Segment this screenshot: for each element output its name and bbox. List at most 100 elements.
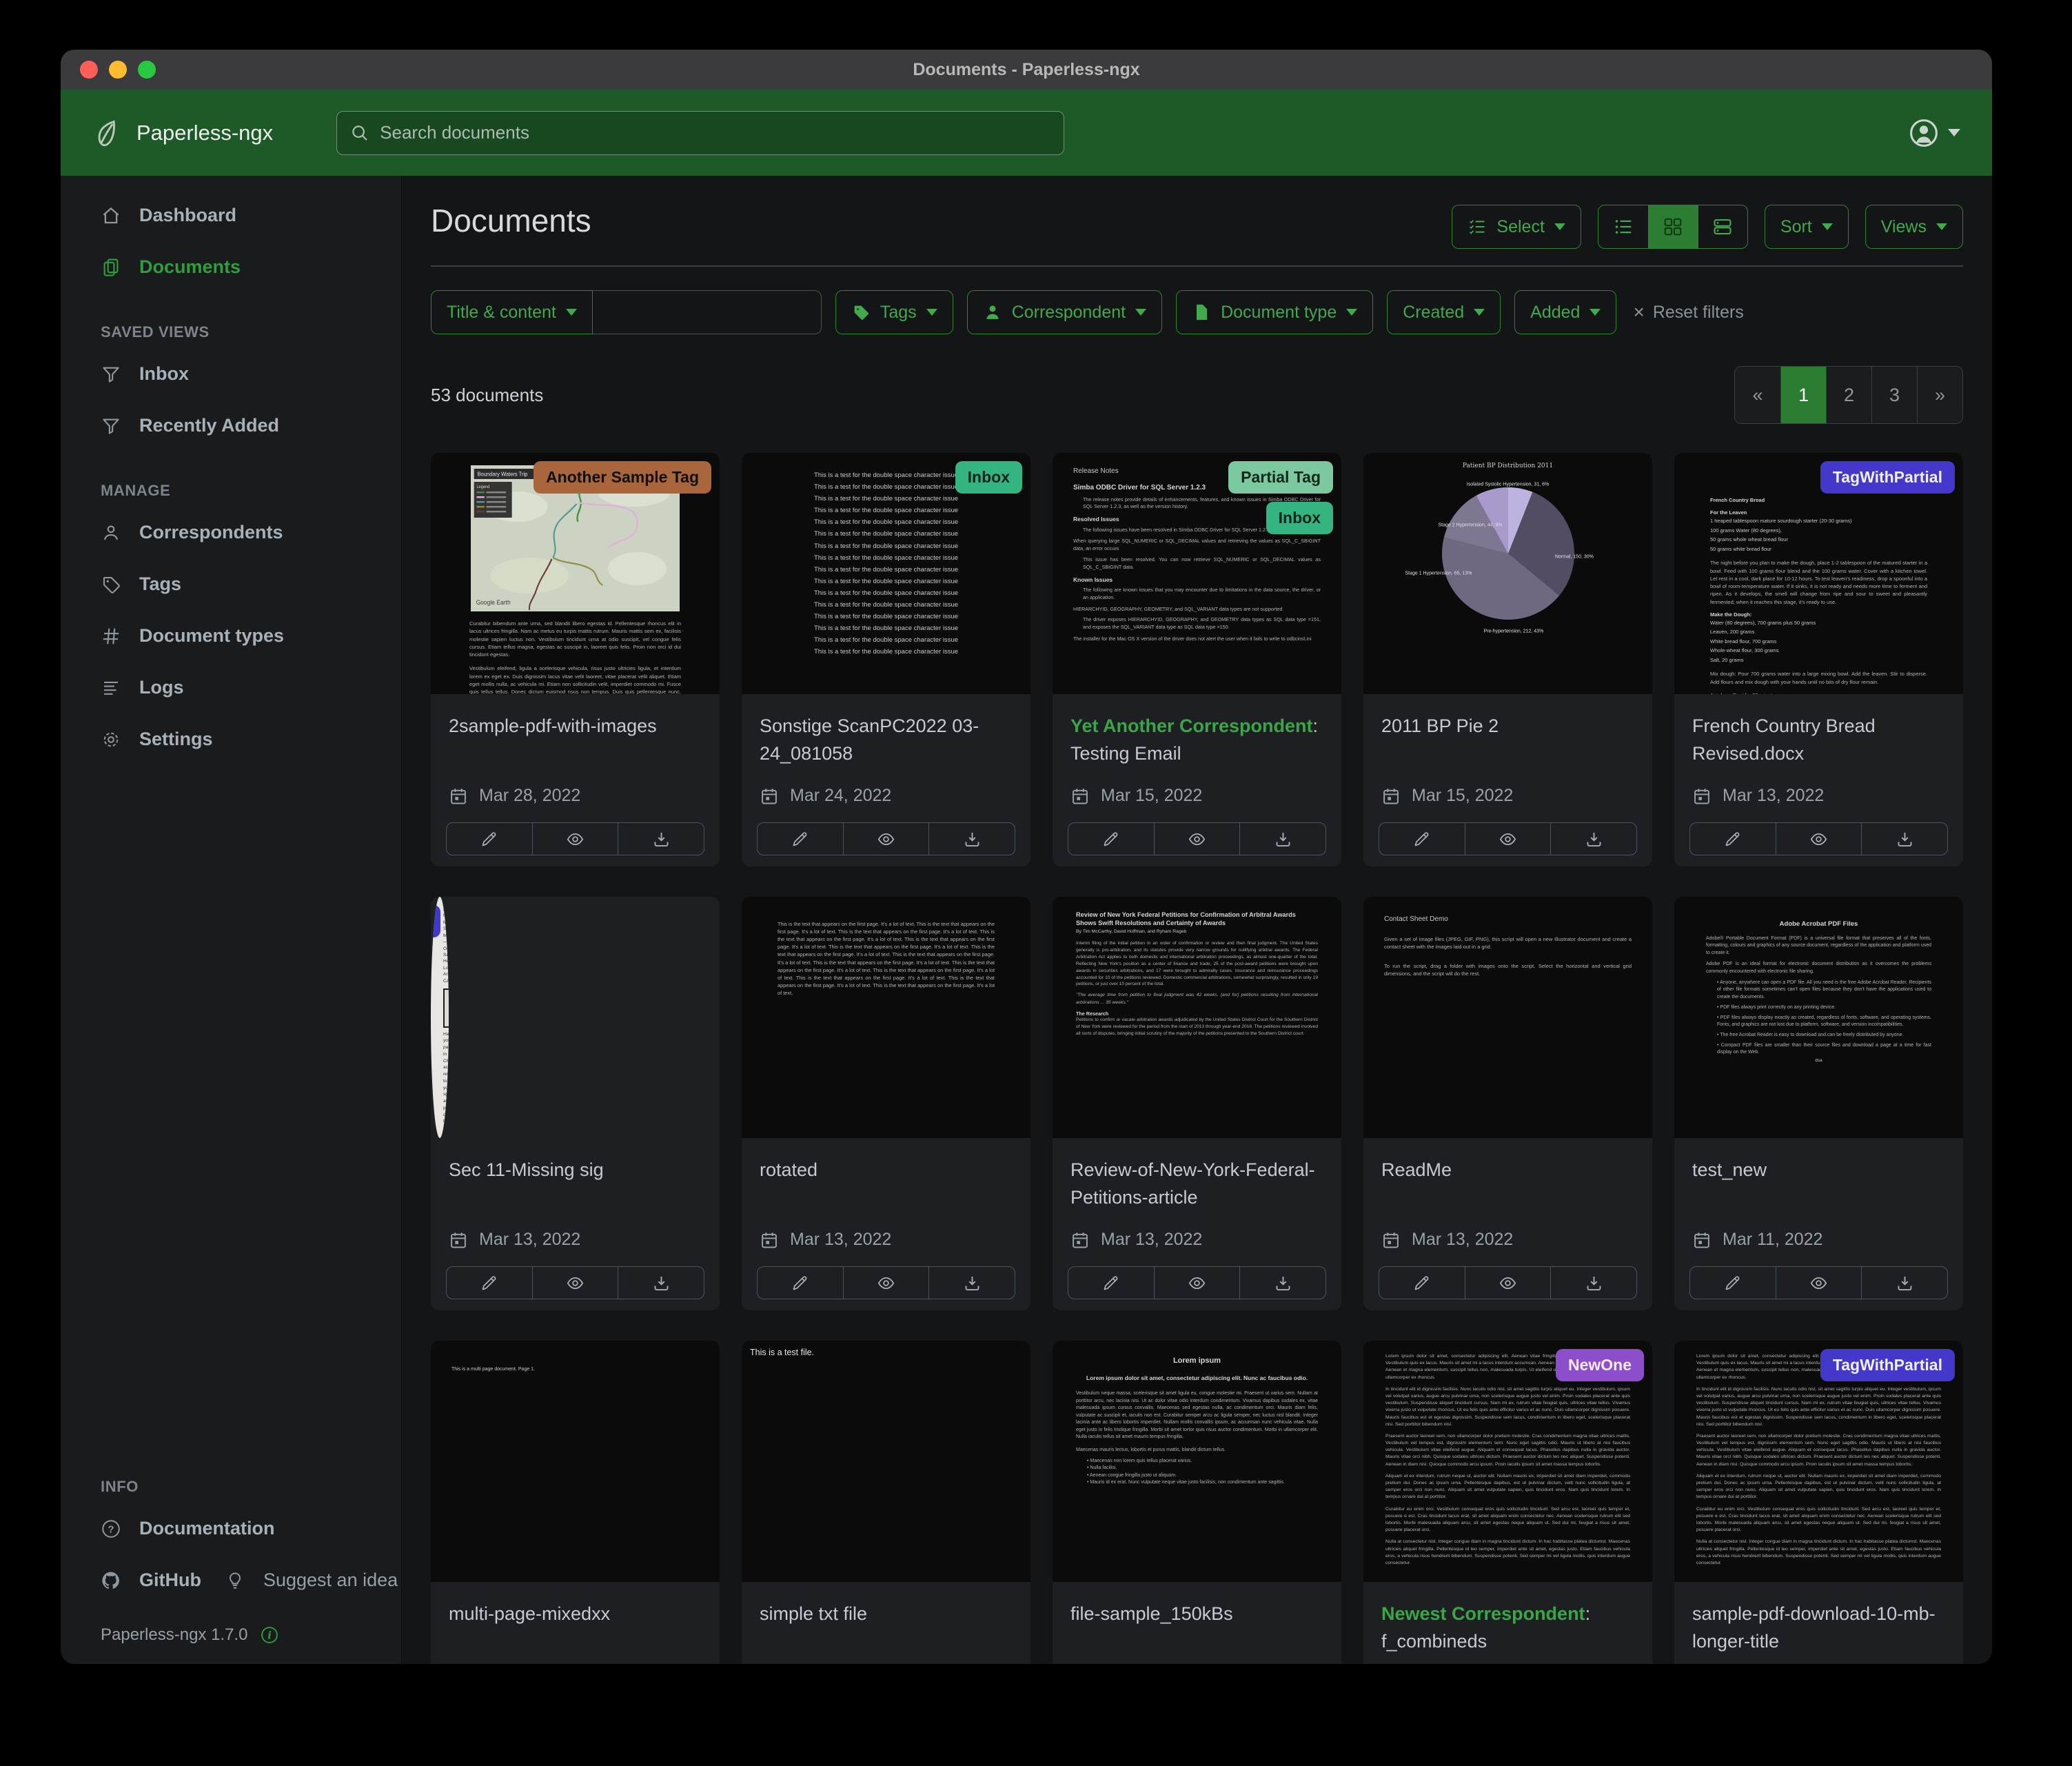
search-box[interactable] [336, 111, 1064, 155]
view-document-button[interactable] [532, 823, 618, 855]
title-content-dropdown[interactable]: Title & content [431, 290, 593, 334]
document-thumbnail[interactable]: This is a test file. [742, 1341, 1030, 1582]
view-document-button[interactable] [1776, 823, 1862, 855]
document-card[interactable]: Lorem ipsum dolor sit amet, consectetur … [1363, 1341, 1652, 1664]
document-thumbnail[interactable]: Adobe Acrobat PDF FilesAdobe® Portable D… [1674, 897, 1963, 1138]
document-card[interactable]: Boundary Waters TripLegendGoogle EarthCu… [431, 453, 720, 866]
document-thumbnail[interactable]: French Country BreadFor the Leaven1 heap… [1674, 453, 1963, 694]
title-content-input[interactable] [593, 290, 822, 334]
pagination-page-2[interactable]: 2 [1826, 367, 1871, 423]
search-input[interactable] [380, 122, 1051, 143]
document-thumbnail[interactable]: This is a multi page document. Page 1. [431, 1341, 720, 1582]
edit-document-button[interactable] [1068, 823, 1154, 855]
download-document-button[interactable] [1239, 823, 1326, 855]
tag-badge[interactable]: TagWithPartial [1820, 1349, 1955, 1381]
tags-filter-button[interactable]: Tags [835, 290, 953, 334]
download-document-button[interactable] [1861, 823, 1947, 855]
sidebar-item-github[interactable]: GitHub [61, 1554, 201, 1606]
sidebar-item-documents[interactable]: Documents [61, 241, 401, 293]
view-document-button[interactable] [1154, 823, 1240, 855]
close-window-button[interactable] [80, 61, 98, 79]
sidebar-item-tags[interactable]: Tags [61, 558, 401, 610]
edit-document-button[interactable] [1379, 823, 1465, 855]
edit-document-button[interactable] [1690, 1267, 1776, 1299]
download-document-button[interactable] [618, 1267, 704, 1299]
document-thumbnail[interactable]: Lorem ipsum dolor sit amet, consectetur … [1363, 1341, 1652, 1582]
document-title[interactable]: Review-of-New-York-Federal-Petitions-art… [1070, 1156, 1323, 1211]
document-card[interactable]: Release NotesSimba ODBC Driver for SQL S… [1053, 453, 1341, 866]
user-menu[interactable] [1908, 117, 1960, 149]
document-title[interactable]: multi-page-mixedxx [449, 1600, 702, 1627]
tag-badge[interactable]: TagWithPartial [431, 905, 440, 937]
download-document-button[interactable] [1550, 823, 1636, 855]
document-thumbnail[interactable]: Release NotesSimba ODBC Driver for SQL S… [1053, 453, 1341, 694]
edit-document-button[interactable] [1379, 1267, 1465, 1299]
document-title[interactable]: rotated [760, 1156, 1013, 1184]
tag-badge[interactable]: Partial Tag [1228, 461, 1333, 494]
view-details-button[interactable] [1698, 205, 1747, 248]
sidebar-item-documentation[interactable]: Documentation [61, 1503, 401, 1554]
reset-filters-button[interactable]: × Reset filters [1633, 303, 1743, 323]
correspondent-filter-button[interactable]: Correspondent [967, 290, 1162, 334]
document-card[interactable]: Application for Medical Staff Membership… [431, 897, 720, 1310]
edit-document-button[interactable] [447, 823, 532, 855]
document-title[interactable]: Newest Correspondent: f_combineds [1381, 1600, 1634, 1655]
document-title[interactable]: file-sample_150kBs [1070, 1600, 1323, 1627]
document-card[interactable]: French Country BreadFor the Leaven1 heap… [1674, 453, 1963, 866]
document-type-filter-button[interactable]: Document type [1176, 290, 1373, 334]
sidebar-item-settings[interactable]: Settings [61, 713, 401, 765]
document-card[interactable]: This is a test file. simple txt file [742, 1341, 1030, 1664]
tag-badge[interactable]: Another Sample Tag [534, 461, 711, 494]
document-title[interactable]: test_new [1692, 1156, 1945, 1184]
document-thumbnail[interactable]: Review of New York Federal Petitions for… [1053, 897, 1341, 1138]
view-document-button[interactable] [1465, 823, 1551, 855]
document-thumbnail[interactable]: This is a test for the double space char… [742, 453, 1030, 694]
view-document-button[interactable] [843, 823, 929, 855]
document-correspondent[interactable]: Yet Another Correspondent [1070, 715, 1313, 736]
pagination-page-3[interactable]: 3 [1871, 367, 1917, 423]
views-button[interactable]: Views [1865, 205, 1963, 249]
brand[interactable]: Paperless-ngx [92, 118, 273, 148]
view-grid-button[interactable] [1648, 205, 1698, 248]
document-title[interactable]: French Country Bread Revised.docx [1692, 712, 1945, 767]
sidebar-item-dashboard[interactable]: Dashboard [61, 190, 401, 241]
edit-document-button[interactable] [1068, 1267, 1154, 1299]
added-filter-button[interactable]: Added [1514, 290, 1616, 334]
document-title[interactable]: simple txt file [760, 1600, 1013, 1627]
sidebar-item-recently-added[interactable]: Recently Added [61, 400, 401, 451]
document-card[interactable]: This is the text that appears on the fir… [742, 897, 1030, 1310]
tag-badge[interactable]: TagWithPartial [1820, 461, 1955, 494]
pagination-first[interactable]: « [1735, 367, 1780, 423]
document-card[interactable]: Patient BP Distribution 2011Isolated Sys… [1363, 453, 1652, 866]
edit-document-button[interactable] [1690, 823, 1776, 855]
sidebar-item-correspondents[interactable]: Correspondents [61, 507, 401, 558]
tag-badge[interactable]: Inbox [1266, 502, 1333, 534]
sidebar-item-inbox[interactable]: Inbox [61, 348, 401, 400]
view-document-button[interactable] [1776, 1267, 1862, 1299]
edit-document-button[interactable] [758, 823, 843, 855]
document-card[interactable]: Lorem ipsum dolor sit amet, consectetur … [1674, 1341, 1963, 1664]
document-card[interactable]: Review of New York Federal Petitions for… [1053, 897, 1341, 1310]
view-document-button[interactable] [532, 1267, 618, 1299]
info-circle-icon[interactable] [260, 1625, 279, 1645]
document-card[interactable]: This is a test for the double space char… [742, 453, 1030, 866]
document-thumbnail[interactable]: Application for Medical Staff Membership… [431, 897, 449, 1138]
minimize-window-button[interactable] [109, 61, 127, 79]
pagination-last[interactable]: » [1917, 367, 1962, 423]
document-thumbnail[interactable]: Lorem ipsumLorem ipsum dolor sit amet, c… [1053, 1341, 1341, 1582]
document-correspondent[interactable]: Newest Correspondent [1381, 1603, 1585, 1624]
document-title[interactable]: Yet Another Correspondent: Testing Email [1070, 712, 1323, 767]
sidebar-item-suggest-idea[interactable]: Suggest an idea [201, 1554, 398, 1606]
document-thumbnail[interactable]: Lorem ipsum dolor sit amet, consectetur … [1674, 1341, 1963, 1582]
edit-document-button[interactable] [758, 1267, 843, 1299]
document-thumbnail[interactable]: Patient BP Distribution 2011Isolated Sys… [1363, 453, 1652, 694]
edit-document-button[interactable] [447, 1267, 532, 1299]
view-document-button[interactable] [843, 1267, 929, 1299]
document-title[interactable]: sample-pdf-download-10-mb-longer-title [1692, 1600, 1945, 1655]
sort-button[interactable]: Sort [1765, 205, 1849, 249]
select-button[interactable]: Select [1452, 205, 1581, 249]
document-thumbnail[interactable]: This is the text that appears on the fir… [742, 897, 1030, 1138]
tag-badge[interactable]: NewOne [1556, 1349, 1644, 1381]
document-title[interactable]: ReadMe [1381, 1156, 1634, 1184]
tag-badge[interactable]: Inbox [955, 461, 1022, 494]
